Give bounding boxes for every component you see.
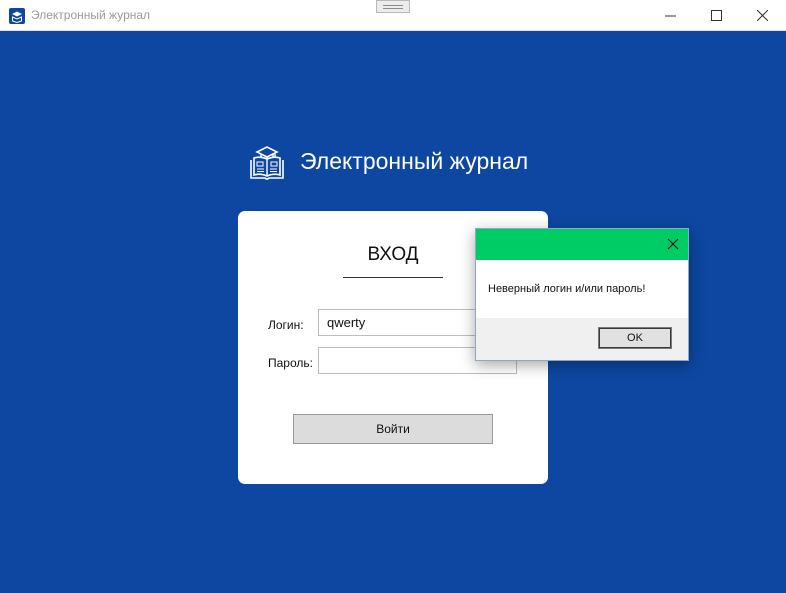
- maximize-icon: [710, 9, 722, 21]
- title-underline: [343, 277, 443, 278]
- close-icon: [756, 9, 768, 21]
- window-titlebar[interactable]: Электронный журнал: [0, 0, 786, 31]
- dialog-footer: OK: [476, 318, 688, 360]
- error-dialog: Неверный логин и/или пароль! OK: [475, 228, 689, 361]
- ok-button[interactable]: OK: [598, 327, 672, 349]
- password-label: Пароль:: [268, 356, 313, 370]
- minimize-icon: [664, 15, 676, 16]
- book-graduation-cap-icon: [250, 146, 284, 180]
- dialog-message: Неверный логин и/или пароль!: [488, 283, 646, 295]
- login-label: Логин:: [268, 318, 304, 332]
- close-icon[interactable]: [666, 237, 680, 251]
- maximize-button[interactable]: [693, 0, 739, 30]
- dialog-titlebar[interactable]: [476, 229, 688, 260]
- drag-handle[interactable]: [376, 0, 410, 13]
- login-button[interactable]: Войти: [293, 414, 493, 444]
- journal-icon: [9, 8, 25, 24]
- minimize-button[interactable]: [647, 0, 693, 30]
- window-title: Электронный журнал: [31, 8, 151, 22]
- close-button[interactable]: [739, 0, 785, 30]
- app-heading: Электронный журнал: [300, 148, 529, 174]
